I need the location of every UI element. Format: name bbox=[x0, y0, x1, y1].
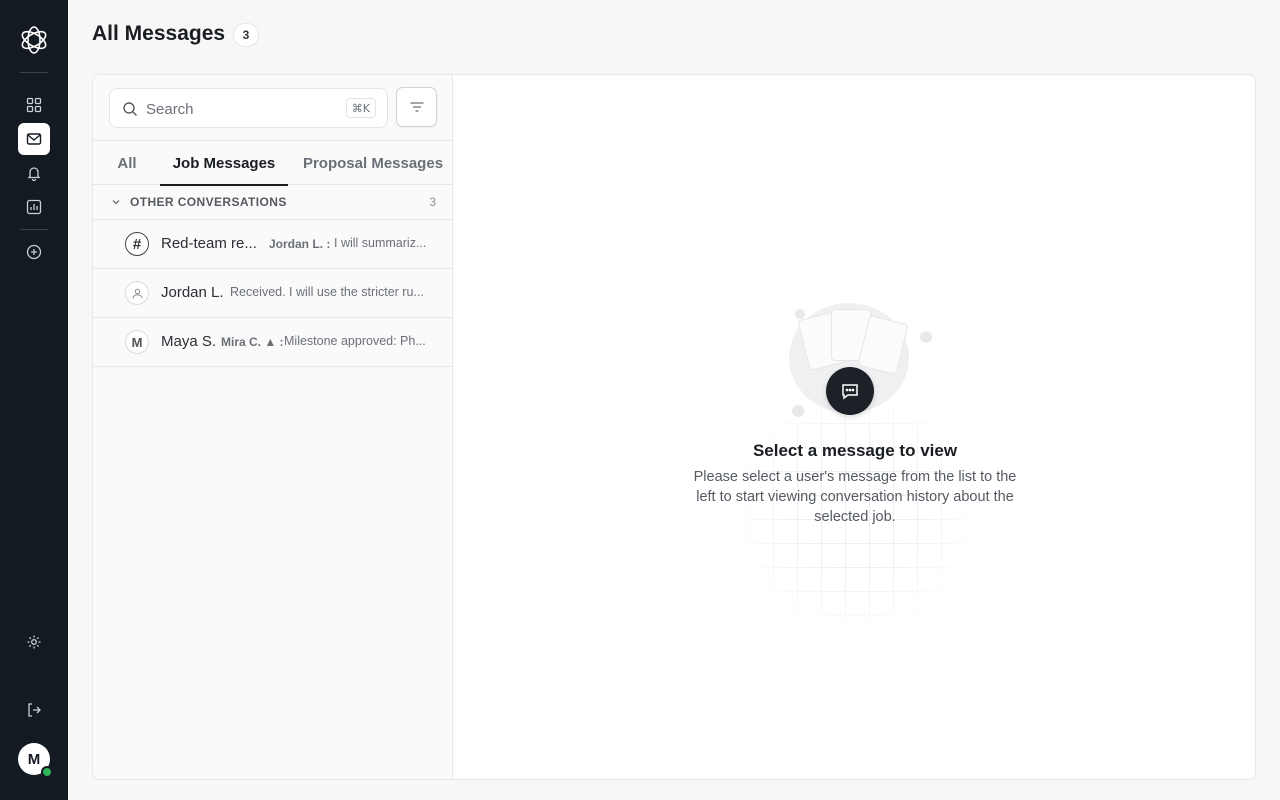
decor-dot bbox=[795, 309, 805, 319]
add-nav-button[interactable] bbox=[18, 236, 50, 268]
tab-job-messages[interactable]: Job Messages bbox=[160, 141, 288, 186]
chevron-down-icon bbox=[112, 200, 120, 205]
user-avatar[interactable]: M bbox=[18, 743, 53, 778]
hash-channel-icon: # bbox=[125, 232, 149, 256]
conversation-preview: Received. I will use the stricter ru... bbox=[230, 285, 424, 299]
group-title: OTHER CONVERSATIONS bbox=[130, 195, 287, 209]
message-count-badge: 3 bbox=[233, 23, 259, 47]
dashboard-nav-button[interactable] bbox=[18, 89, 50, 121]
decor-dot bbox=[920, 331, 932, 343]
conversation-list-pane: ⌘K All Job Messages Proposal Messages OT… bbox=[93, 75, 453, 779]
search-box[interactable]: ⌘K bbox=[109, 88, 388, 128]
analytics-nav-button[interactable] bbox=[18, 191, 50, 223]
avatar-initial: M bbox=[27, 750, 41, 768]
decor-dot bbox=[792, 405, 804, 417]
conversation-preview: Milestone approved: Ph... bbox=[284, 334, 426, 348]
logout-icon bbox=[28, 703, 41, 717]
sidebar-divider bbox=[20, 72, 48, 73]
conversation-name: Maya S. bbox=[161, 333, 217, 350]
list-item[interactable]: M Maya S. Mira C. ▲ : Milestone approved… bbox=[93, 318, 453, 367]
empty-state: Select a message to view Please select a… bbox=[453, 75, 1255, 779]
chart-icon bbox=[26, 199, 42, 215]
search-icon bbox=[123, 102, 137, 116]
list-item[interactable]: Jordan L. Received. I will use the stric… bbox=[93, 269, 453, 318]
filter-icon bbox=[410, 102, 423, 112]
user-icon bbox=[125, 281, 149, 305]
tab-proposal-messages[interactable]: Proposal Messages bbox=[298, 141, 448, 185]
bell-icon bbox=[27, 167, 41, 181]
sidebar: M bbox=[0, 0, 68, 800]
tab-all[interactable]: All bbox=[113, 141, 141, 185]
empty-state-description: Please select a user's message from the … bbox=[693, 469, 1017, 525]
conversation-sender: Mira C. ▲ : bbox=[221, 335, 284, 349]
avatar: M bbox=[125, 330, 149, 354]
list-item[interactable]: # Red-team re... Jordan L. : I will summ… bbox=[93, 220, 453, 269]
conversation-name: Red-team re... bbox=[161, 235, 257, 252]
plus-circle-icon bbox=[26, 244, 42, 260]
chat-bubble-icon bbox=[826, 367, 874, 415]
notifications-nav-button[interactable] bbox=[18, 157, 50, 189]
mail-icon bbox=[26, 133, 42, 145]
sidebar-divider bbox=[20, 229, 48, 230]
empty-state-title: Select a message to view bbox=[752, 441, 958, 460]
gear-icon bbox=[27, 635, 41, 649]
other-conversations-group-header[interactable]: OTHER CONVERSATIONS 3 bbox=[93, 185, 453, 220]
conversation-sender: Jordan L. : bbox=[269, 237, 331, 251]
search-input[interactable] bbox=[146, 98, 336, 120]
conversation-preview: I will summariz... bbox=[334, 236, 427, 250]
messages-nav-button[interactable] bbox=[18, 123, 50, 155]
messages-card: ⌘K All Job Messages Proposal Messages OT… bbox=[92, 74, 1256, 780]
app-logo-icon[interactable] bbox=[18, 24, 50, 56]
page-title: All Messages bbox=[92, 22, 226, 45]
online-status-dot bbox=[41, 766, 53, 778]
grid-icon bbox=[26, 97, 42, 113]
logout-nav-button[interactable] bbox=[18, 694, 50, 726]
filter-button[interactable] bbox=[396, 87, 437, 127]
search-shortcut-hint: ⌘K bbox=[345, 98, 376, 118]
settings-nav-button[interactable] bbox=[18, 626, 50, 658]
group-count: 3 bbox=[429, 195, 436, 209]
message-tabs: All Job Messages Proposal Messages bbox=[93, 140, 453, 186]
conversation-name: Jordan L. bbox=[161, 284, 224, 301]
